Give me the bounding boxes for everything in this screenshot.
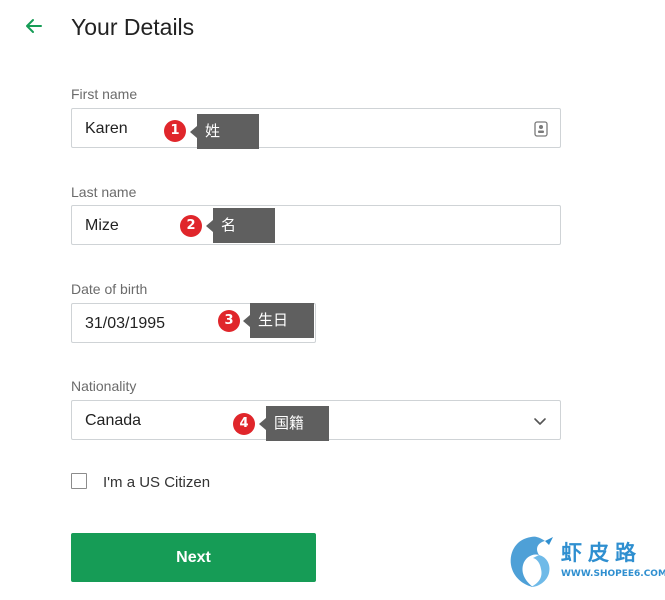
last-name-field[interactable]: Mize (71, 205, 561, 245)
last-name-label: Last name (71, 184, 137, 200)
chevron-down-icon (534, 418, 546, 425)
nationality-value: Canada (85, 412, 142, 429)
date-of-birth-value: 31/03/1995 (85, 315, 166, 332)
annotation-note-2: 名 (206, 208, 275, 243)
us-citizen-checkbox[interactable] (71, 473, 87, 489)
us-citizen-label[interactable]: I'm a US Citizen (103, 474, 210, 491)
watermark-text: 虾皮路 (561, 541, 642, 565)
last-name-value: Mize (85, 217, 119, 234)
first-name-label: First name (71, 86, 138, 102)
nationality-label: Nationality (71, 378, 137, 394)
annotation-marker-2: 2 (180, 215, 202, 237)
contact-card-icon[interactable] (534, 121, 548, 137)
back-arrow-icon[interactable] (22, 14, 46, 38)
annotation-note-3: 生日 (243, 303, 314, 338)
annotation-marker-1: 1 (164, 120, 186, 142)
annotation-marker-4: 4 (233, 413, 255, 435)
annotation-note-4: 国籍 (259, 406, 329, 441)
page-title: Your Details (71, 14, 195, 40)
watermark-url: WWW.SHOPEE6.COM (561, 569, 665, 579)
first-name-value: Karen (85, 120, 128, 137)
annotation-note-1: 姓 (190, 114, 259, 149)
first-name-field[interactable]: Karen (71, 108, 561, 148)
next-button[interactable]: Next (71, 533, 316, 582)
watermark: 虾皮路 WWW.SHOPEE6.COM (503, 533, 665, 593)
date-of-birth-label: Date of birth (71, 281, 148, 297)
dragon-logo-icon (510, 536, 553, 587)
annotation-marker-3: 3 (218, 310, 240, 332)
